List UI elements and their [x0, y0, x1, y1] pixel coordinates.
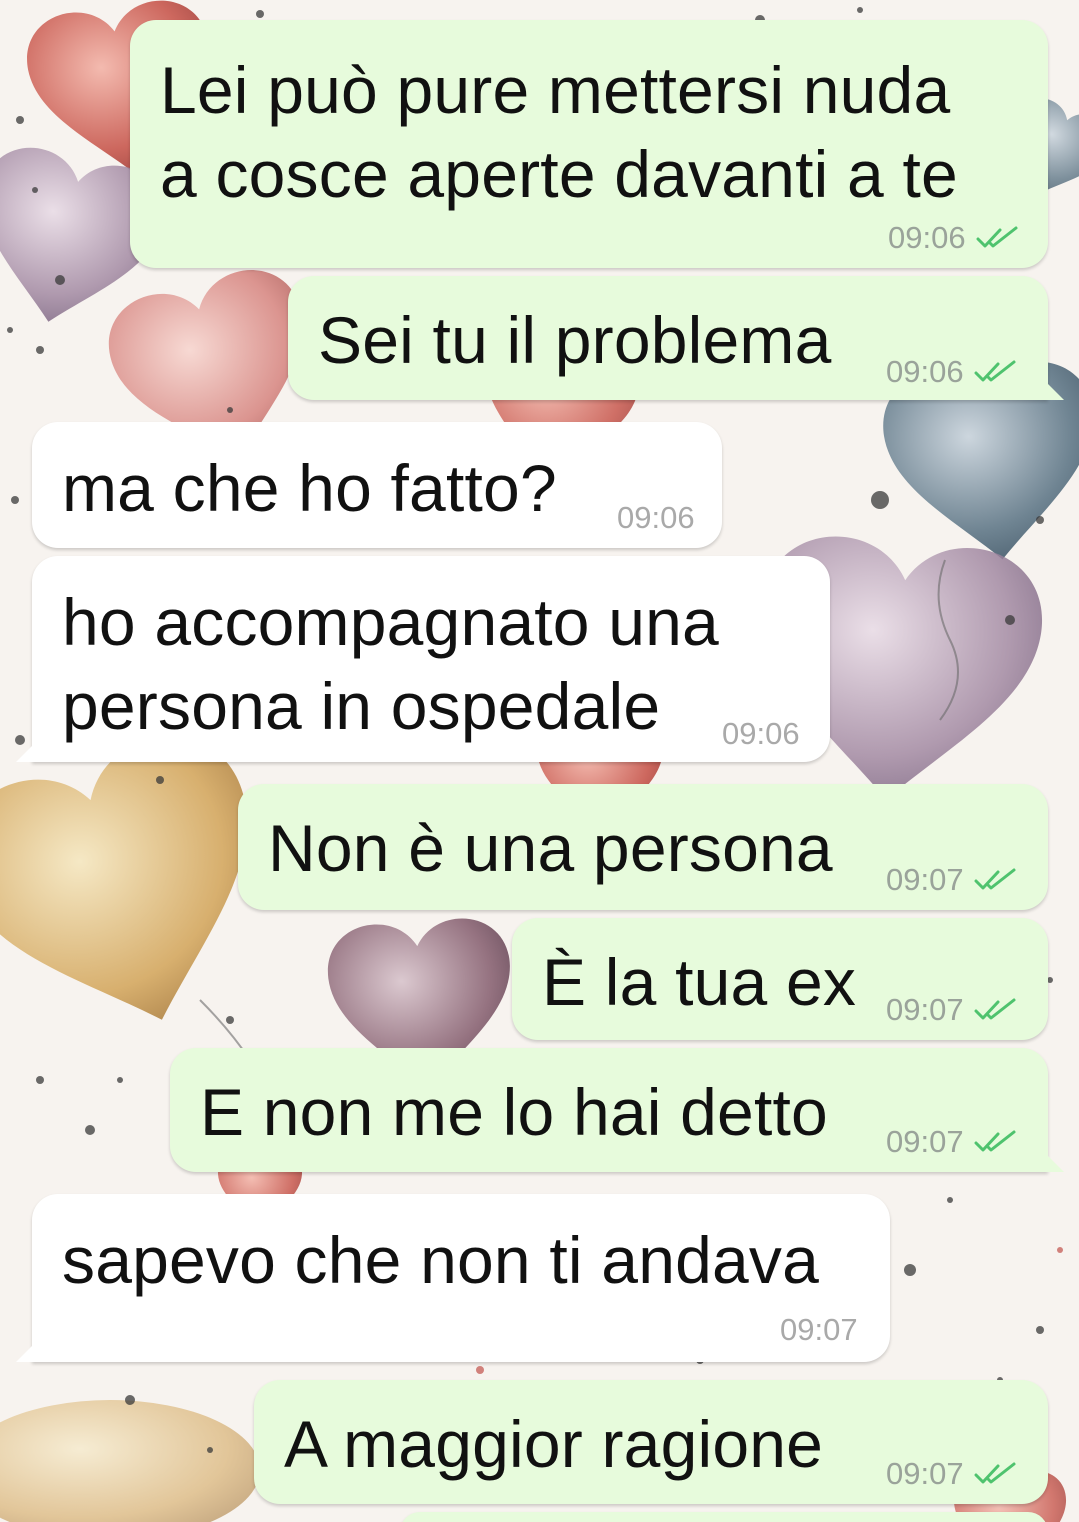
- double-check-icon: [976, 226, 1018, 248]
- message-timestamp: 09:06: [888, 220, 966, 255]
- message-line: sapevo che non ti andava: [62, 1223, 820, 1297]
- message-text: Sei tu il problema: [318, 298, 832, 382]
- double-check-icon: [974, 1462, 1016, 1484]
- message-text: sapevo che non ti andava: [62, 1218, 819, 1302]
- outgoing-message-bubble[interactable]: A maggior ragione 09:07: [254, 1380, 1048, 1504]
- message-meta: 09:07: [780, 1312, 858, 1348]
- message-line: A maggior ragione: [284, 1407, 824, 1481]
- message-text: E non me lo hai detto: [200, 1070, 828, 1154]
- message-text: ho accompagnato una persona in ospedale: [62, 580, 719, 748]
- double-check-icon: [974, 998, 1016, 1020]
- incoming-message-bubble[interactable]: sapevo che non ti andava 09:07: [16, 1194, 890, 1362]
- message-text: A maggior ragione: [284, 1402, 823, 1486]
- message-timestamp: 09:06: [722, 716, 800, 751]
- message-line: È la tua ex: [542, 945, 857, 1019]
- message-line: E non me lo hai detto: [200, 1075, 828, 1149]
- message-line: ma che ho fatto?: [62, 451, 557, 525]
- outgoing-message-bubble-partial[interactable]: [400, 1512, 1048, 1522]
- message-timestamp: 09:07: [886, 1456, 964, 1491]
- message-meta: 09:06: [722, 716, 800, 752]
- message-meta: 09:06: [886, 354, 1018, 390]
- message-timestamp: 09:06: [886, 354, 964, 389]
- message-meta: 09:07: [886, 992, 1018, 1028]
- incoming-message-bubble[interactable]: ho accompagnato una persona in ospedale 09…: [16, 556, 830, 762]
- outgoing-message-bubble[interactable]: Non è una persona 09:07: [238, 784, 1048, 910]
- message-line: persona in ospedale: [62, 669, 661, 743]
- message-line: ho accompagnato una: [62, 585, 719, 659]
- outgoing-message-bubble[interactable]: E non me lo hai detto 09:07: [170, 1048, 1064, 1172]
- message-line: Non è una persona: [268, 811, 833, 885]
- outgoing-message-bubble[interactable]: Sei tu il problema 09:06: [288, 276, 1064, 400]
- message-text: È la tua ex: [542, 940, 856, 1024]
- message-meta: 09:07: [886, 1124, 1018, 1160]
- message-line: Sei tu il problema: [318, 303, 832, 377]
- message-line: Lei può pure mettersi nuda: [160, 53, 951, 127]
- message-text: Non è una persona: [268, 806, 833, 890]
- outgoing-message-bubble[interactable]: È la tua ex 09:07: [512, 918, 1048, 1040]
- message-line: a cosce aperte davanti a te: [160, 137, 958, 211]
- message-meta: 09:07: [886, 862, 1018, 898]
- message-timestamp: 09:07: [886, 992, 964, 1027]
- outgoing-message-bubble[interactable]: Lei può pure mettersi nuda a cosce aperte…: [130, 20, 1048, 268]
- double-check-icon: [974, 868, 1016, 890]
- message-timestamp: 09:06: [617, 500, 695, 535]
- message-text: Lei può pure mettersi nuda a cosce aperte…: [160, 48, 958, 216]
- message-text: ma che ho fatto?: [62, 446, 557, 530]
- double-check-icon: [974, 1130, 1016, 1152]
- message-meta: 09:06: [888, 220, 1020, 256]
- message-meta: 09:07: [886, 1456, 1018, 1492]
- message-timestamp: 09:07: [780, 1312, 858, 1347]
- incoming-message-bubble[interactable]: ma che ho fatto? 09:06: [32, 422, 722, 548]
- message-timestamp: 09:07: [886, 1124, 964, 1159]
- message-timestamp: 09:07: [886, 862, 964, 897]
- message-meta: 09:06: [617, 500, 695, 536]
- double-check-icon: [974, 360, 1016, 382]
